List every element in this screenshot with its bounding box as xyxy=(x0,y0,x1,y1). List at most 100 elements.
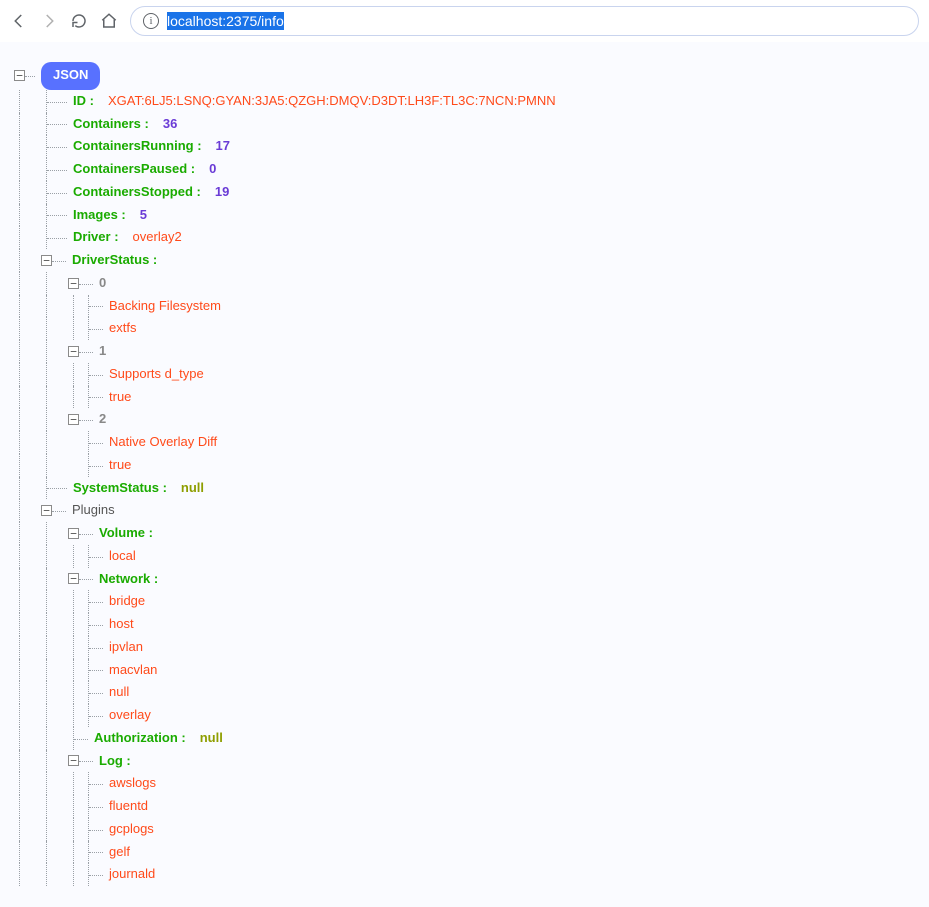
root-node: − JSON xyxy=(14,62,929,90)
driver-status-1: − 1 xyxy=(14,340,929,363)
key: Driver : xyxy=(73,226,119,249)
driver-status-2-val: true xyxy=(14,454,929,477)
driver-status-1-val: true xyxy=(14,386,929,409)
key: ContainersRunning : xyxy=(73,135,202,158)
value: null xyxy=(181,477,204,500)
field-driver: Driver : overlay2 xyxy=(14,226,929,249)
plugins-network-item: macvlan xyxy=(14,659,929,682)
field-driver-status: − DriverStatus : xyxy=(14,249,929,272)
value: 5 xyxy=(140,204,147,227)
value: overlay2 xyxy=(133,226,182,249)
value: 17 xyxy=(216,135,230,158)
field-images: Images : 5 xyxy=(14,204,929,227)
key: Plugins xyxy=(72,499,115,522)
json-viewer: − JSON ID : XGAT:6LJ5:LSNQ:GYAN:3JA5:QZG… xyxy=(0,42,929,898)
field-id: ID : XGAT:6LJ5:LSNQ:GYAN:3JA5:QZGH:DMQV:… xyxy=(14,90,929,113)
collapse-icon[interactable]: − xyxy=(41,505,52,516)
key: Authorization : xyxy=(94,727,186,750)
key: ID : xyxy=(73,90,94,113)
key: Network : xyxy=(99,568,158,591)
collapse-icon[interactable]: − xyxy=(68,755,79,766)
reload-button[interactable] xyxy=(70,12,88,30)
field-plugins: − Plugins xyxy=(14,499,929,522)
browser-toolbar: i localhost:2375/info xyxy=(0,0,929,42)
driver-status-0: − 0 xyxy=(14,272,929,295)
plugins-network-item: host xyxy=(14,613,929,636)
value: 0 xyxy=(209,158,216,181)
json-badge: JSON xyxy=(41,62,100,90)
value: XGAT:6LJ5:LSNQ:GYAN:3JA5:QZGH:DMQV:D3DT:… xyxy=(108,90,556,113)
home-button[interactable] xyxy=(100,12,118,30)
field-containers: Containers : 36 xyxy=(14,113,929,136)
field-containers-paused: ContainersPaused : 0 xyxy=(14,158,929,181)
collapse-icon[interactable]: − xyxy=(68,528,79,539)
value: null xyxy=(200,727,223,750)
value: null xyxy=(109,681,129,704)
value: gcplogs xyxy=(109,818,154,841)
back-button[interactable] xyxy=(10,12,28,30)
driver-status-2: − 2 xyxy=(14,408,929,431)
value: Backing Filesystem xyxy=(109,295,221,318)
collapse-icon[interactable]: − xyxy=(68,414,79,425)
driver-status-0-val: extfs xyxy=(14,317,929,340)
key: Volume : xyxy=(99,522,153,545)
value: fluentd xyxy=(109,795,148,818)
plugins-network-item: overlay xyxy=(14,704,929,727)
plugins-network-item: bridge xyxy=(14,590,929,613)
plugins-log-item: gelf xyxy=(14,841,929,864)
collapse-icon[interactable]: − xyxy=(41,255,52,266)
driver-status-2-key: Native Overlay Diff xyxy=(14,431,929,454)
plugins-network-item: ipvlan xyxy=(14,636,929,659)
collapse-icon[interactable]: − xyxy=(68,346,79,357)
index: 0 xyxy=(99,272,106,295)
value: Supports d_type xyxy=(109,363,204,386)
value: 36 xyxy=(163,113,177,136)
plugins-log-item: gcplogs xyxy=(14,818,929,841)
value: awslogs xyxy=(109,772,156,795)
forward-button xyxy=(40,12,58,30)
collapse-icon[interactable]: − xyxy=(14,70,25,81)
value: true xyxy=(109,454,131,477)
plugins-log-item: awslogs xyxy=(14,772,929,795)
field-containers-stopped: ContainersStopped : 19 xyxy=(14,181,929,204)
url-text: localhost:2375/info xyxy=(167,13,284,29)
driver-status-1-key: Supports d_type xyxy=(14,363,929,386)
url-selection: localhost:2375/info xyxy=(167,12,284,30)
driver-status-0-key: Backing Filesystem xyxy=(14,295,929,318)
value: gelf xyxy=(109,841,130,864)
field-plugins-log: − Log : xyxy=(14,750,929,773)
key: Containers : xyxy=(73,113,149,136)
value: macvlan xyxy=(109,659,157,682)
value: extfs xyxy=(109,317,136,340)
value: 19 xyxy=(215,181,229,204)
key: Images : xyxy=(73,204,126,227)
value: local xyxy=(109,545,136,568)
plugins-network-item: null xyxy=(14,681,929,704)
value: host xyxy=(109,613,134,636)
value: bridge xyxy=(109,590,145,613)
field-containers-running: ContainersRunning : 17 xyxy=(14,135,929,158)
value: true xyxy=(109,386,131,409)
index: 1 xyxy=(99,340,106,363)
plugins-log-item: journald xyxy=(14,863,929,886)
plugins-log-item: fluentd xyxy=(14,795,929,818)
collapse-icon[interactable]: − xyxy=(68,278,79,289)
field-plugins-authorization: Authorization : null xyxy=(14,727,929,750)
value: ipvlan xyxy=(109,636,143,659)
site-info-icon[interactable]: i xyxy=(143,13,159,29)
plugins-volume-0: local xyxy=(14,545,929,568)
collapse-icon[interactable]: − xyxy=(68,573,79,584)
value: overlay xyxy=(109,704,151,727)
key: DriverStatus : xyxy=(72,249,157,272)
address-bar[interactable]: i localhost:2375/info xyxy=(130,6,919,36)
field-plugins-volume: − Volume : xyxy=(14,522,929,545)
key: SystemStatus : xyxy=(73,477,167,500)
value: Native Overlay Diff xyxy=(109,431,217,454)
field-system-status: SystemStatus : null xyxy=(14,477,929,500)
key: ContainersPaused : xyxy=(73,158,195,181)
index: 2 xyxy=(99,408,106,431)
value: journald xyxy=(109,863,155,886)
key: ContainersStopped : xyxy=(73,181,201,204)
key: Log : xyxy=(99,750,131,773)
field-plugins-network: − Network : xyxy=(14,568,929,591)
